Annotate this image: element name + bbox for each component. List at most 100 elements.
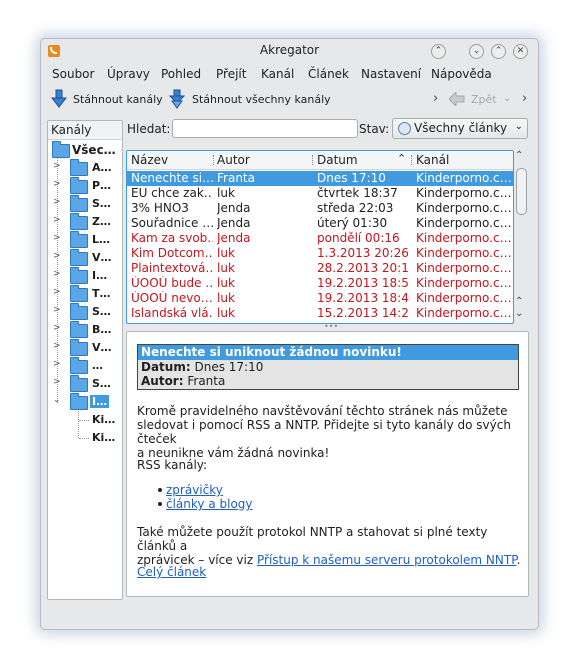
column-separator[interactable]: [411, 155, 412, 165]
tree-folder[interactable]: > A…: [48, 159, 122, 177]
article-row-selected[interactable]: Nenechte si… Franta Dnes 17:10 Kinderpor…: [127, 171, 513, 186]
scroll-up-arrow-icon[interactable]: ⌃: [515, 296, 523, 307]
folder-icon: [70, 267, 88, 284]
tree-folder[interactable]: > V…: [48, 339, 122, 357]
menu-pohled[interactable]: Pohled: [161, 67, 201, 81]
download-all-icon[interactable]: [169, 89, 185, 109]
nntp-access-link[interactable]: Přístup k našemu serveru protokolem NNTP: [257, 553, 517, 567]
folder-icon: [70, 393, 88, 410]
expand-arrow-icon[interactable]: >: [53, 287, 61, 297]
back-arrow-icon[interactable]: [449, 92, 465, 106]
tree-root-all-feeds[interactable]: Všec…: [48, 141, 122, 159]
back-dropdown-icon[interactable]: ⌄: [503, 93, 511, 104]
author-label: Autor:: [141, 374, 184, 388]
scroll-up-arrow-icon[interactable]: ⌃: [515, 150, 523, 161]
tree-folder[interactable]: > S…: [48, 375, 122, 393]
menu-kanal[interactable]: Kanál: [261, 67, 294, 81]
search-input[interactable]: [172, 119, 358, 138]
full-article-link[interactable]: Celý článek: [137, 565, 206, 579]
article-row[interactable]: Souřadnice … Jenda úterý 01:30 Kinderpor…: [127, 216, 513, 231]
article-row-unread[interactable]: Kim Dotcom… luk 1.3.2013 20:26 Kinderpor…: [127, 246, 513, 261]
tree-folder[interactable]: > B…: [48, 321, 122, 339]
back-button[interactable]: Zpět: [471, 93, 497, 106]
folder-icon: [70, 357, 88, 374]
menu-clanek[interactable]: Článek: [308, 67, 349, 81]
column-feed[interactable]: Kanál: [416, 153, 449, 167]
folder-icon: [70, 321, 88, 338]
toolbar-more-icon[interactable]: ›: [522, 91, 527, 106]
maximize-button[interactable]: ⌃: [491, 44, 506, 59]
article-row[interactable]: 3% HNO3 Jenda středa 22:03 Kinderporno.c…: [127, 201, 513, 216]
article-list: Název Autor Datum ⌃ Kanál Nenechte si… F…: [126, 150, 514, 324]
status-filter-icon: [398, 122, 411, 135]
tree-folder[interactable]: > P…: [48, 177, 122, 195]
article-title[interactable]: Nenechte si uniknout žádnou novinku!: [138, 345, 518, 360]
menu-soubor[interactable]: Soubor: [52, 67, 94, 81]
close-button[interactable]: ✕: [513, 44, 528, 59]
article-row-unread[interactable]: Islandská vlá… luk 15.2.2013 14:25 Kinde…: [127, 306, 513, 321]
scrollbar-thumb[interactable]: [516, 168, 527, 215]
expand-arrow-icon[interactable]: >: [53, 305, 61, 315]
keep-above-button[interactable]: ⌃: [431, 44, 446, 59]
expand-arrow-icon[interactable]: >: [53, 377, 61, 387]
expand-arrow-icon[interactable]: >: [53, 341, 61, 351]
expand-arrow-icon[interactable]: >: [53, 323, 61, 333]
expand-arrow-icon[interactable]: >: [53, 269, 61, 279]
expand-arrow-icon[interactable]: >: [53, 161, 61, 171]
minimize-button[interactable]: ⌄: [469, 44, 484, 59]
expand-arrow-icon[interactable]: >: [53, 179, 61, 189]
collapse-arrow-icon[interactable]: ⌄: [53, 395, 61, 405]
menu-napoveda[interactable]: Nápověda: [431, 67, 492, 81]
rss-link-clanky[interactable]: články a blogy: [166, 497, 253, 511]
scroll-down-arrow-icon[interactable]: ⌄: [515, 308, 523, 319]
date-label: Datum:: [141, 360, 191, 374]
bullet: [158, 502, 162, 506]
rss-link-zpravicky[interactable]: zprávičky: [166, 483, 223, 497]
tree-folder[interactable]: > T…: [48, 285, 122, 303]
tree-folder[interactable]: > L…: [48, 231, 122, 249]
article-row-unread[interactable]: ÚOOÚ nevo… luk 19.2.2013 18:49 Kinderpor…: [127, 291, 513, 306]
folder-icon: [70, 231, 88, 248]
tree-folder[interactable]: > V…: [48, 249, 122, 267]
toolbar-overflow-icon[interactable]: ›: [433, 91, 438, 106]
tree-folder-selected[interactable]: ⌄ I…: [48, 393, 122, 411]
column-author[interactable]: Autor: [217, 153, 250, 167]
expand-arrow-icon[interactable]: >: [53, 359, 61, 369]
article-list-scrollbar[interactable]: ⌃ ⌃ ⌄: [514, 150, 528, 322]
column-separator[interactable]: [312, 155, 313, 165]
fetch-all-feeds-button[interactable]: Stáhnout všechny kanály: [192, 93, 331, 106]
sort-ascending-icon[interactable]: ⌃: [397, 152, 406, 165]
paragraph-line: Kromě pravidelného navštěvování těchto s…: [137, 404, 508, 418]
folder-icon: [70, 249, 88, 266]
tree-feed[interactable]: Ki…: [48, 429, 122, 447]
fetch-feeds-button[interactable]: Stáhnout kanály: [73, 93, 163, 106]
expand-arrow-icon[interactable]: >: [53, 233, 61, 243]
tree-folder[interactable]: > S…: [48, 303, 122, 321]
tree-folder[interactable]: > S…: [48, 195, 122, 213]
status-filter-select[interactable]: Všechny články ⌄: [392, 118, 528, 139]
column-separator[interactable]: [213, 155, 214, 165]
splitter-handle[interactable]: •••: [324, 322, 338, 331]
column-date[interactable]: Datum: [317, 153, 358, 167]
expand-arrow-icon[interactable]: >: [53, 215, 61, 225]
tree-folder[interactable]: >…: [48, 357, 122, 375]
tree-folder[interactable]: > I…: [48, 267, 122, 285]
menu-bar: Soubor Úpravy Pohled Přejít Kanál Článek…: [41, 65, 538, 85]
menu-nastaveni[interactable]: Nastavení: [361, 67, 421, 81]
download-icon[interactable]: [51, 89, 67, 109]
article-row-unread[interactable]: ÚOOÚ bude … luk 19.2.2013 18:53 Kinderpo…: [127, 276, 513, 291]
column-title[interactable]: Název: [131, 153, 168, 167]
expand-arrow-icon[interactable]: >: [53, 251, 61, 261]
feed-tree: Kanály Všec… > A… > P… > S… > Z… > L… > V… > I……: [47, 120, 123, 600]
article-row-unread[interactable]: Plaintextová… luk 28.2.2013 20:12 Kinder…: [127, 261, 513, 276]
menu-upravy[interactable]: Úpravy: [107, 67, 150, 81]
article-row[interactable]: EU chce zak… luk čtvrtek 18:37 Kinderpor…: [127, 186, 513, 201]
expand-arrow-icon[interactable]: >: [53, 197, 61, 207]
title-bar[interactable]: Akregator ⌃ ⌄ ⌃ ✕: [41, 39, 538, 63]
tree-feed[interactable]: Ki…: [48, 411, 122, 429]
tree-folder[interactable]: > Z…: [48, 213, 122, 231]
feed-tree-header[interactable]: Kanály: [48, 121, 122, 140]
article-row-unread[interactable]: Kam za svob… Jenda pondělí 00:16 Kinderp…: [127, 231, 513, 246]
paragraph-text: .: [516, 553, 521, 567]
menu-prejit[interactable]: Přejít: [216, 67, 246, 81]
